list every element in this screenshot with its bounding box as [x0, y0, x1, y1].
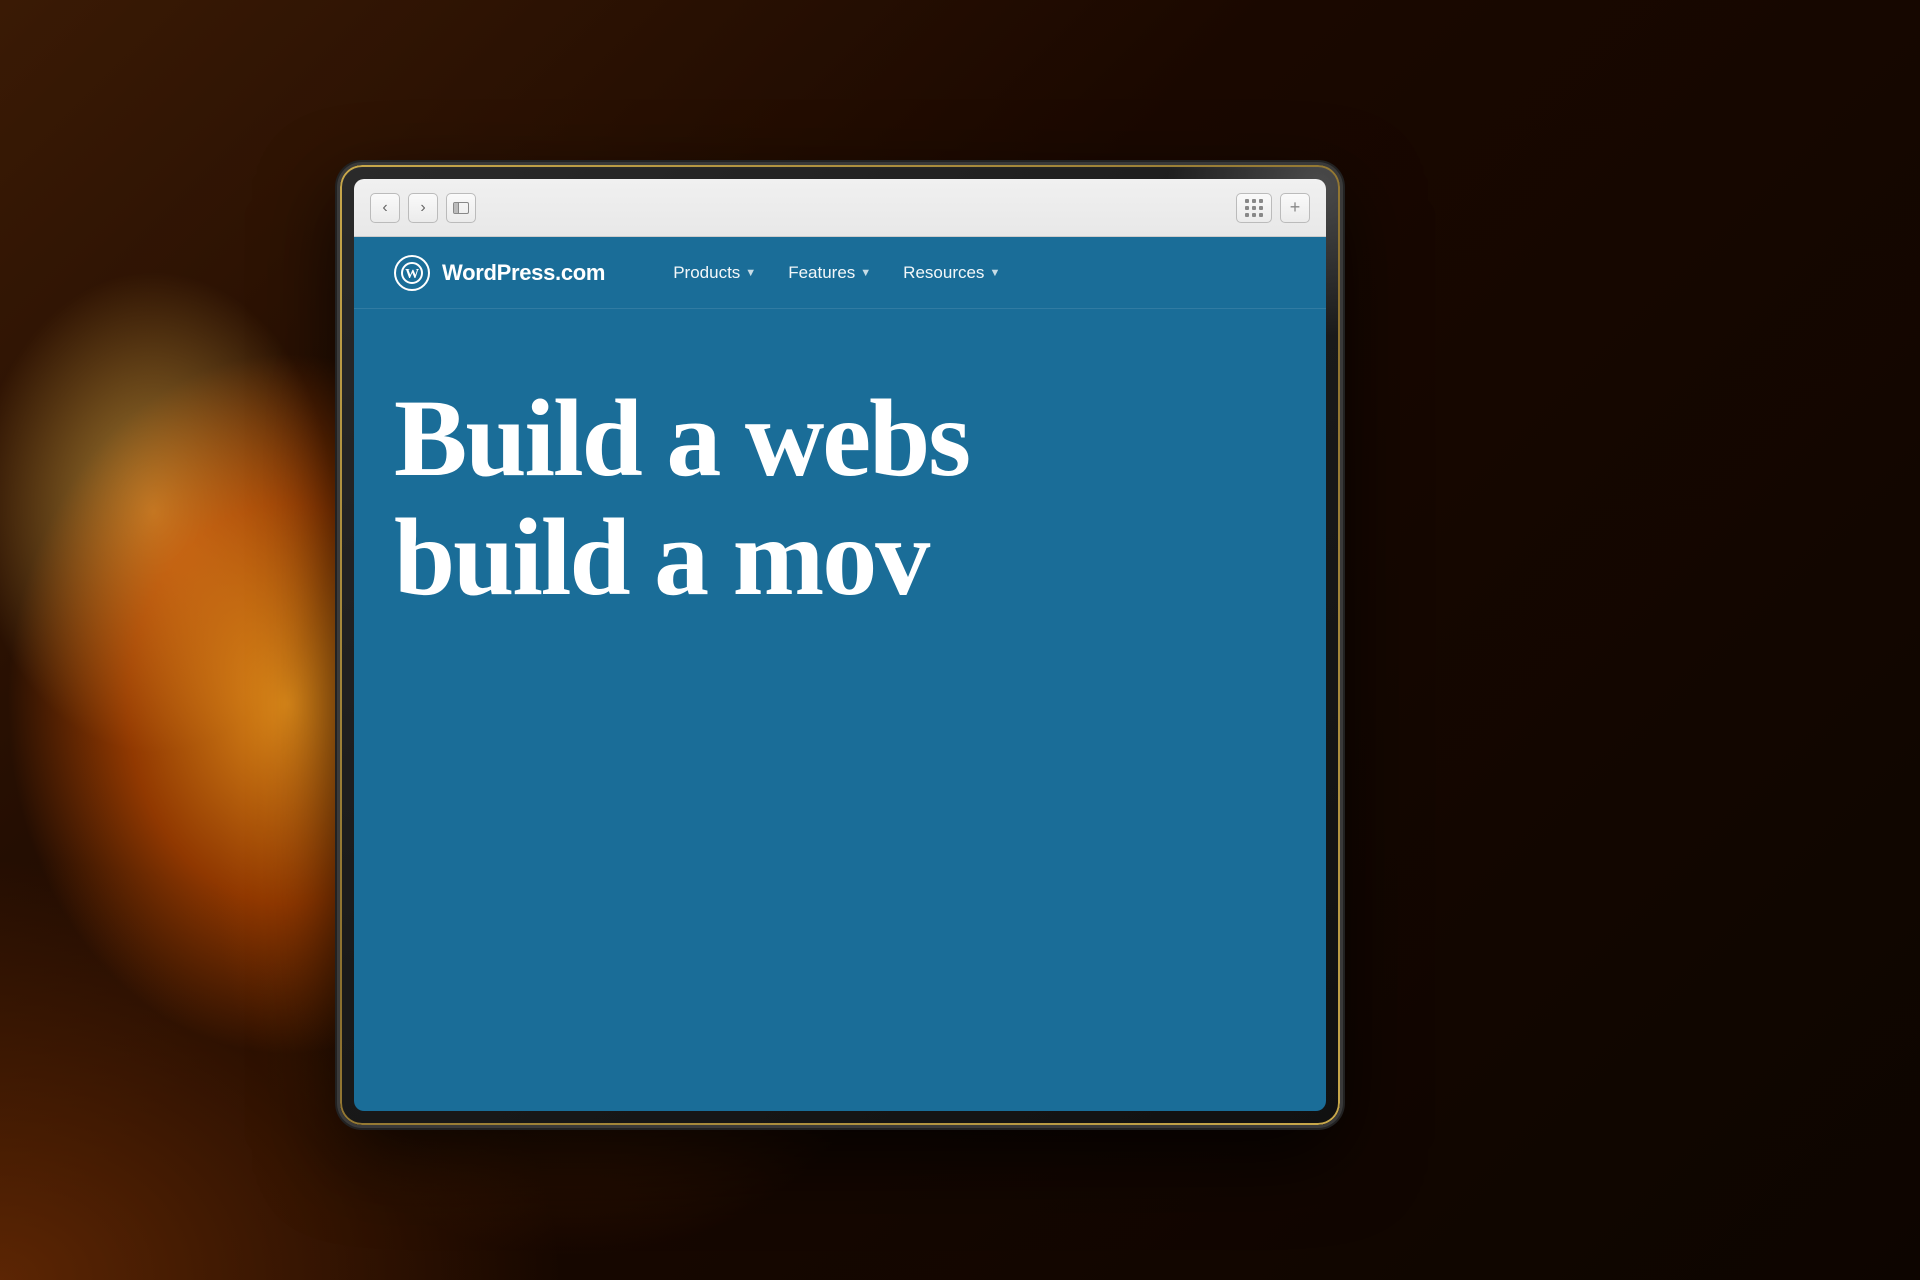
nav-products[interactable]: Products ▼	[661, 255, 768, 291]
nav-products-label: Products	[673, 263, 740, 283]
wordpress-logo-icon: W	[394, 255, 430, 291]
nav-resources[interactable]: Resources ▼	[891, 255, 1012, 291]
wp-nav-links: Products ▼ Features ▼ Resources ▼	[661, 255, 1012, 291]
sidebar-icon	[453, 202, 469, 214]
device-frame: ‹ ›	[340, 165, 1340, 1125]
wp-navbar: W WordPress.com Products ▼ Features ▼	[354, 237, 1326, 309]
nav-features[interactable]: Features ▼	[776, 255, 883, 291]
hero-text: Build a webs build a mov	[394, 379, 1286, 617]
browser-new-tab-button[interactable]: +	[1280, 193, 1310, 223]
browser-grid-button[interactable]	[1236, 193, 1272, 223]
nav-resources-label: Resources	[903, 263, 984, 283]
nav-resources-arrow: ▼	[989, 267, 1000, 279]
hero-line-2: build a mov	[394, 498, 1286, 617]
grid-dots-icon	[1245, 199, 1263, 217]
nav-features-arrow: ▼	[860, 267, 871, 279]
wp-hero-section: Build a webs build a mov	[354, 309, 1326, 617]
website-content: W WordPress.com Products ▼ Features ▼	[354, 237, 1326, 1111]
screen-bezel: ‹ ›	[354, 179, 1326, 1111]
browser-sidebar-button[interactable]	[446, 193, 476, 223]
nav-products-arrow: ▼	[745, 267, 756, 279]
hero-line-1: Build a webs	[394, 379, 1286, 498]
svg-text:W: W	[405, 267, 419, 282]
browser-forward-button[interactable]: ›	[408, 193, 438, 223]
nav-features-label: Features	[788, 263, 855, 283]
browser-chrome: ‹ ›	[354, 179, 1326, 237]
wp-logo[interactable]: W WordPress.com	[394, 255, 605, 291]
browser-back-button[interactable]: ‹	[370, 193, 400, 223]
wordpress-brand-name: WordPress.com	[442, 260, 605, 286]
